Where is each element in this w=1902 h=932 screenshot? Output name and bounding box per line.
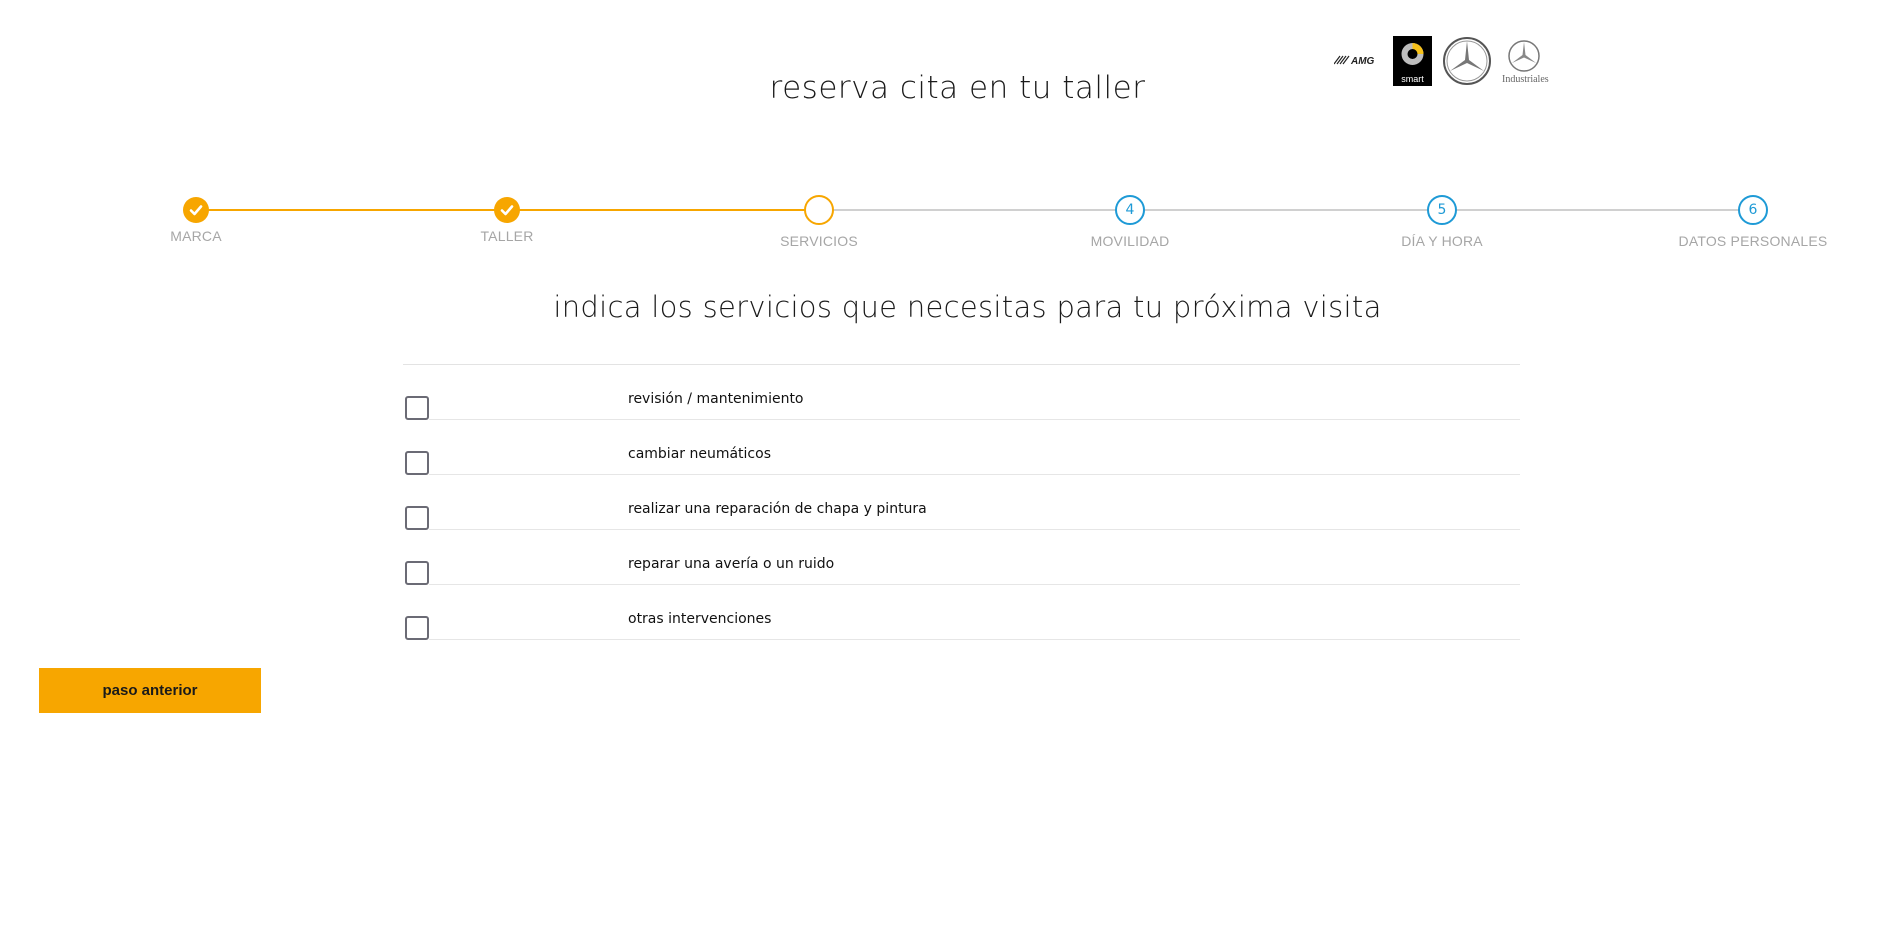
step-6-indicator: 6 <box>1738 195 1768 225</box>
service-label: realizar una reparación de chapa y pintu… <box>628 501 927 517</box>
page-title: reserva cita en tu taller <box>769 70 1146 106</box>
service-label: reparar una avería o un ruido <box>628 556 835 572</box>
service-label: otras intervenciones <box>628 611 772 627</box>
step-1-indicator[interactable] <box>183 197 209 223</box>
brand-logos: AMG smart Industriales <box>1334 36 1554 88</box>
checkmark-icon <box>189 205 203 216</box>
smart-logo-text: smart <box>1401 74 1424 84</box>
service-checkbox[interactable] <box>405 561 429 585</box>
svg-text:AMG: AMG <box>1350 56 1375 65</box>
step-number: 4 <box>1125 202 1135 218</box>
step-number: 5 <box>1437 202 1447 218</box>
stepper-track-segment <box>1130 209 1442 211</box>
mercedes-benz-logo-icon <box>1443 37 1491 85</box>
service-label: revisión / mantenimiento <box>628 391 804 407</box>
previous-step-button[interactable]: paso anterior <box>39 668 261 713</box>
step-3-label: SERVICIOS <box>780 233 858 249</box>
step-4-label: MOVILIDAD <box>1090 233 1170 249</box>
industriales-label: Industriales <box>1502 74 1549 85</box>
step-2-label: TALLER <box>480 228 534 244</box>
stepper-track-segment <box>819 209 1130 211</box>
checkmark-icon <box>500 205 514 216</box>
service-option[interactable]: cambiar neumáticos <box>403 420 1520 475</box>
progress-stepper: MARCA TALLER SERVICIOS 4 MOVILIDAD 5 DÍA Y HOR… <box>0 190 1902 260</box>
service-option[interactable]: revisión / mantenimiento <box>403 365 1520 420</box>
service-option[interactable]: otras intervenciones <box>403 585 1520 640</box>
step-5-indicator: 5 <box>1427 195 1457 225</box>
step-3-indicator <box>804 195 834 225</box>
service-checkbox[interactable] <box>405 506 429 530</box>
service-option[interactable]: realizar una reparación de chapa y pintu… <box>403 475 1520 530</box>
smart-logo-icon: smart <box>1393 36 1432 86</box>
step-4-indicator: 4 <box>1115 195 1145 225</box>
service-option[interactable]: reparar una avería o un ruido <box>403 530 1520 585</box>
stepper-track-segment <box>507 209 819 211</box>
services-list: revisión / mantenimiento cambiar neumátic… <box>403 364 1520 640</box>
stepper-track-segment <box>1442 209 1753 211</box>
step-1-label: MARCA <box>170 228 222 244</box>
service-checkbox[interactable] <box>405 396 429 420</box>
stepper-track-segment <box>196 209 507 211</box>
service-checkbox[interactable] <box>405 616 429 640</box>
section-title: indica los servicios que necesitas para … <box>553 290 1382 324</box>
divider <box>429 639 1520 640</box>
service-label: cambiar neumáticos <box>628 446 771 462</box>
amg-logo-icon: AMG <box>1334 55 1375 65</box>
step-6-label: DATOS PERSONALES <box>1678 233 1828 249</box>
step-5-label: DÍA Y HORA <box>1401 233 1483 249</box>
step-2-indicator[interactable] <box>494 197 520 223</box>
service-checkbox[interactable] <box>405 451 429 475</box>
step-number: 6 <box>1748 202 1758 218</box>
